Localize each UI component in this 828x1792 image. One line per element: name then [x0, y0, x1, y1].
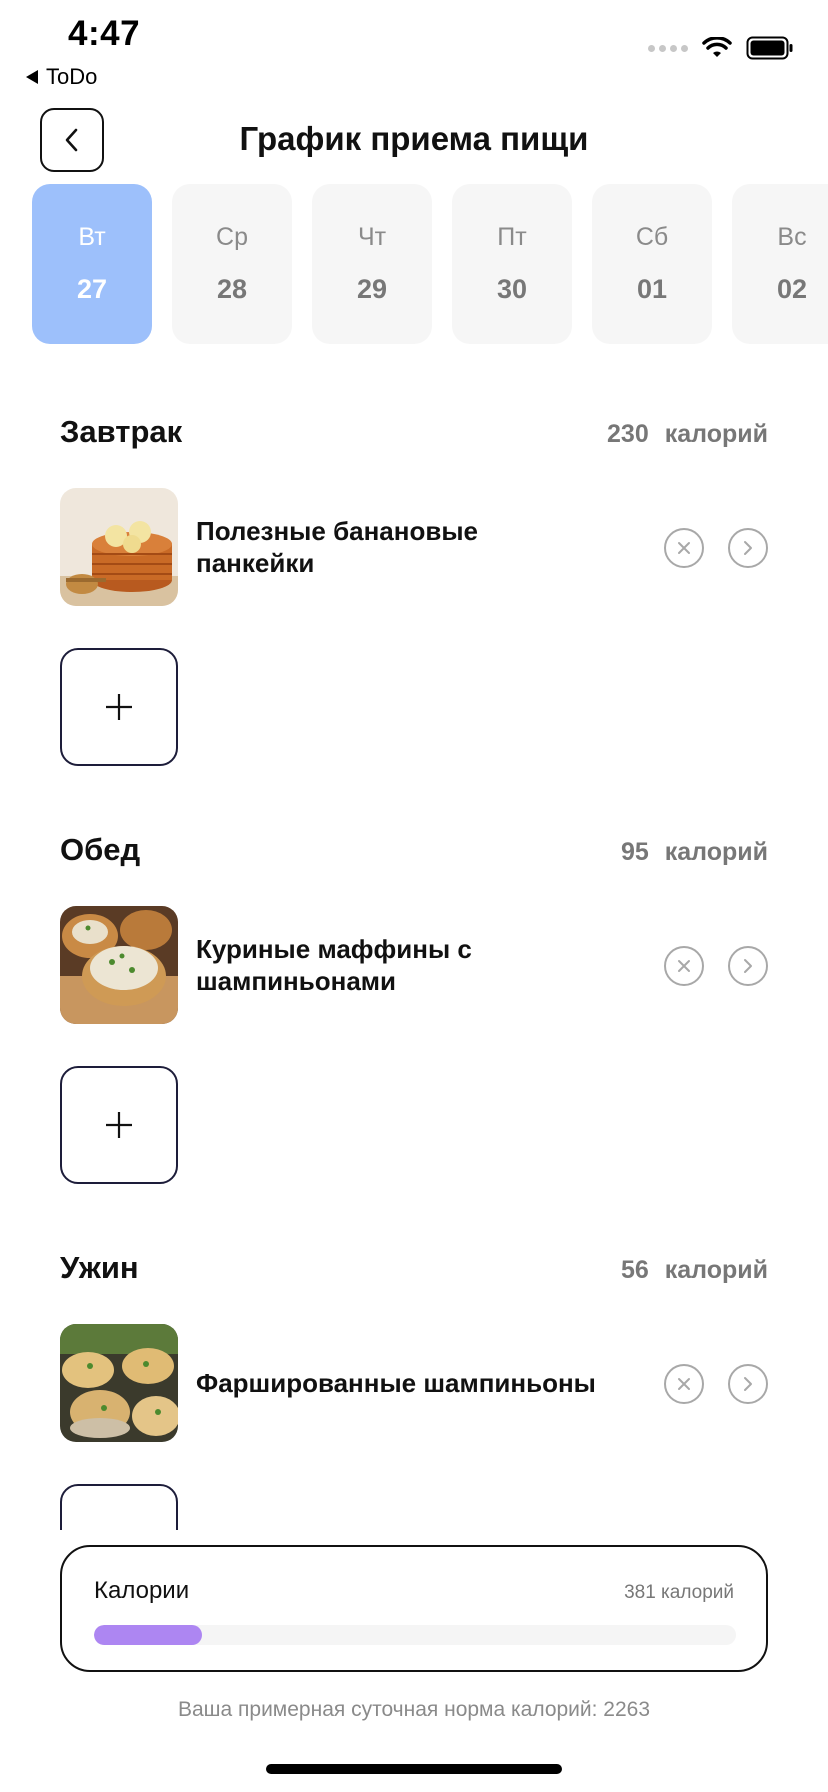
section-header: Завтрак 230 калорий	[60, 414, 768, 454]
day-tab-sun[interactable]: Вс 02	[732, 184, 828, 344]
day-number: 27	[76, 274, 108, 304]
calories-label: Калории	[94, 1577, 190, 1604]
day-number: 02	[776, 274, 808, 304]
back-app-label: ToDo	[46, 64, 98, 89]
close-icon	[678, 542, 690, 554]
meal-photo-muffins	[60, 906, 178, 1024]
home-indicator	[266, 1764, 562, 1774]
meal-item[interactable]: Фаршированные шампиньоны	[60, 1324, 768, 1442]
day-name: Ср	[216, 223, 248, 251]
calories-total: 381 калорий	[624, 1582, 734, 1603]
lunch-section: Обед 95 калорий Куриные маффины с шампинь…	[60, 832, 768, 1184]
meal-photo-stuffed-mushrooms	[60, 1324, 178, 1442]
meal-item[interactable]: Полезные банановые панкейки	[60, 488, 768, 606]
chevron-right-icon	[744, 959, 752, 973]
day-tab-fri[interactable]: Пт 30	[452, 184, 572, 344]
day-tab-tue[interactable]: Вт 27	[32, 184, 152, 344]
meal-actions	[664, 946, 768, 986]
remove-meal-button[interactable]	[664, 1364, 704, 1404]
section-title: Завтрак	[60, 414, 183, 449]
day-name: Вс	[777, 223, 807, 251]
status-icons	[648, 36, 794, 60]
section-title: Обед	[60, 832, 141, 867]
plus-icon	[106, 694, 132, 720]
day-number: 01	[636, 274, 668, 304]
meal-name: Фаршированные шампиньоны	[196, 1368, 596, 1398]
chevron-left-icon	[65, 128, 78, 152]
close-icon	[678, 1378, 690, 1390]
plus-icon	[106, 1112, 132, 1138]
remove-meal-button[interactable]	[664, 946, 704, 986]
day-name: Чт	[357, 223, 387, 251]
day-number: 30	[496, 274, 528, 304]
section-title: Ужин	[60, 1250, 139, 1285]
chevron-right-icon	[744, 1377, 752, 1391]
section-header: Ужин 56 калорий	[60, 1250, 768, 1290]
day-name: Вт	[78, 223, 106, 251]
daily-norm-text: Ваша примерная суточная норма калорий: 2…	[177, 1698, 651, 1721]
day-tab-sat[interactable]: Сб 01	[592, 184, 712, 344]
meal-actions	[664, 1364, 768, 1404]
add-lunch-button[interactable]	[60, 1066, 178, 1184]
meal-item[interactable]: Куриные маффины с шампиньонами	[60, 906, 768, 1024]
back-button[interactable]	[40, 108, 104, 172]
day-number: 29	[356, 274, 388, 304]
meal-name: Куриные маффины с шампиньонами	[196, 934, 472, 996]
day-tab-wed[interactable]: Ср 28	[172, 184, 292, 344]
open-meal-button[interactable]	[728, 946, 768, 986]
add-breakfast-button[interactable]	[60, 648, 178, 766]
day-tab-thu[interactable]: Чт 29	[312, 184, 432, 344]
day-selector: Вт 27 Ср 28 Чт 29 Пт 30 Сб 01 Вс 02	[32, 184, 828, 344]
day-number: 28	[216, 274, 248, 304]
open-meal-button[interactable]	[728, 528, 768, 568]
wifi-icon	[702, 37, 732, 57]
meal-actions	[664, 528, 768, 568]
battery-icon	[746, 36, 793, 60]
day-name: Пт	[497, 223, 527, 251]
back-to-app-link[interactable]: ToDo	[26, 64, 97, 90]
back-triangle-icon	[26, 70, 38, 84]
calories-progress-track	[94, 1625, 736, 1645]
close-icon	[678, 960, 690, 972]
chevron-right-icon	[744, 541, 752, 555]
section-calories: 95 калорий	[620, 838, 768, 866]
page-title: График приема пищи	[239, 120, 589, 157]
calories-progress-fill	[94, 1625, 202, 1645]
meal-photo-pancakes	[60, 488, 178, 606]
section-header: Обед 95 калорий	[60, 832, 768, 872]
open-meal-button[interactable]	[728, 1364, 768, 1404]
section-calories: 56 калорий	[620, 1256, 768, 1284]
signal-icon	[648, 44, 688, 52]
section-calories: 230 калорий	[607, 420, 768, 448]
meal-name: Полезные банановые панкейки	[196, 516, 478, 578]
status-time: 4:47	[68, 14, 141, 53]
calories-card: Калории 381 калорий	[60, 1545, 768, 1672]
day-name: Сб	[635, 223, 669, 251]
breakfast-section: Завтрак 230 калорий Полезные банановые п…	[60, 414, 768, 766]
remove-meal-button[interactable]	[664, 528, 704, 568]
